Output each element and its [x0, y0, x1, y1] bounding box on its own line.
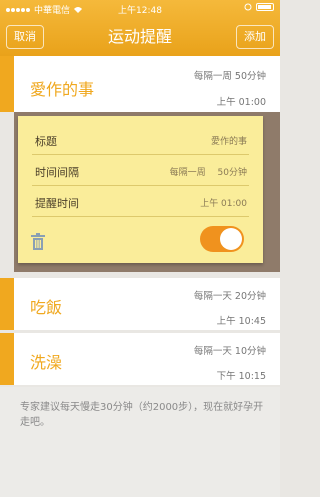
list-item[interactable]: 吃飯 每隔一天 20分钟 上午 10:45	[0, 278, 280, 330]
list-item[interactable]: 洗澡 每隔一天 10分钟 下午 10:15	[0, 333, 280, 385]
battery-icon	[256, 3, 274, 11]
item-time: 上午 01:00	[216, 97, 266, 108]
status-bar: 中華電信 上午12:48	[0, 0, 280, 18]
tip-footer: 专家建议每天慢走30分钟（约2000步），现在就好孕开走吧。	[0, 387, 280, 497]
item-accent-bar	[0, 56, 14, 112]
status-time: 上午12:48	[118, 6, 162, 16]
tip-text: 专家建议每天慢走30分钟（约2000步），现在就好孕开走吧。	[20, 402, 264, 428]
interval-row[interactable]: 时间间隔 每隔一周 50分钟	[32, 155, 249, 186]
item-accent-bar	[0, 333, 14, 385]
top-bar: 中華電信 上午12:48 取消 运动提醒 添加	[0, 0, 280, 56]
title-row[interactable]: 标题 愛作的事	[32, 124, 249, 155]
add-button[interactable]: 添加	[236, 25, 274, 49]
list-item[interactable]: 愛作的事 每隔一周 50分钟 上午 01:00	[0, 56, 280, 112]
item-accent-bar	[0, 278, 14, 330]
title-label: 标题	[35, 135, 57, 148]
remind-time-label: 提醒时间	[35, 197, 79, 210]
toggle-knob	[220, 228, 242, 250]
interval-label: 时间间隔	[35, 166, 79, 179]
item-interval: 每隔一周 50分钟	[193, 71, 266, 82]
reminder-toggle[interactable]	[200, 226, 244, 252]
lock-rotation-icon	[244, 3, 252, 11]
item-name: 洗澡	[30, 353, 63, 372]
trash-icon[interactable]	[30, 233, 46, 251]
item-time: 上午 10:45	[216, 316, 266, 327]
remind-time-row[interactable]: 提醒时间 上午 01:00	[32, 186, 249, 217]
remind-time-value: 上午 01:00	[200, 199, 247, 209]
interval-value: 每隔一周 50分钟	[169, 168, 247, 178]
item-name: 吃飯	[30, 298, 63, 317]
item-interval: 每隔一天 20分钟	[193, 291, 266, 302]
item-name: 愛作的事	[30, 80, 95, 99]
title-value: 愛作的事	[210, 137, 247, 147]
item-time: 下午 10:15	[216, 371, 266, 382]
item-interval: 每隔一天 10分钟	[193, 346, 266, 357]
